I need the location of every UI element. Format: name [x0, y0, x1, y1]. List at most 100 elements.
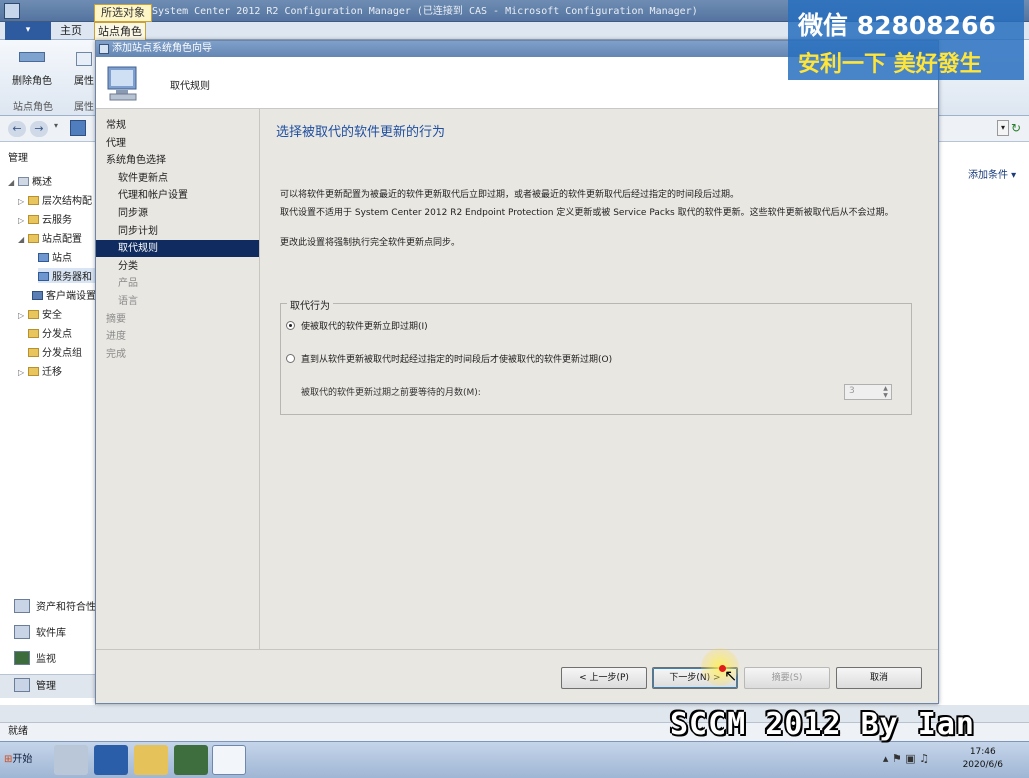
radio-expire-after-period-label[interactable]: 直到从软件更新被取代时起经过指定的时间段后才使被取代的软件更新过期(O) [301, 352, 612, 365]
folder-icon [28, 329, 39, 338]
window-title: System Center 2012 R2 Configuration Mana… [152, 6, 698, 17]
address-root-icon[interactable] [70, 120, 86, 136]
wizard-step: 分类 [118, 260, 138, 272]
taskbar-server-manager-icon[interactable] [54, 745, 88, 775]
wizard-page-content: 选择被取代的软件更新的行为 可以将软件更新配置为被最近的软件更新取代后立即过期，… [260, 109, 938, 649]
summary-button[interactable]: 摘要(S) [744, 667, 830, 689]
tray-icons[interactable]: ▴ ⚑ ▣ ♫ [883, 752, 929, 765]
wizard-step: 同步计划 [118, 225, 158, 237]
delete-role-label: 删除角色 [12, 76, 52, 87]
tab-site-role[interactable]: 站点角色 [94, 22, 146, 41]
software-library-icon [14, 625, 30, 639]
description-paragraph-1: 可以将软件更新配置为被最近的软件更新取代后立即过期，或者被最近的软件更新取代后经… [280, 190, 740, 200]
wizard-step: 软件更新点 [118, 172, 168, 184]
forward-arrow-icon[interactable]: → [30, 121, 48, 137]
folder-icon [28, 367, 39, 376]
tree-item-migration[interactable]: ▷ 迁移 [18, 363, 62, 378]
refresh-icon[interactable]: ↻ [1011, 120, 1025, 136]
workspace-administration[interactable]: 管理 [0, 674, 96, 698]
delete-role-icon [19, 52, 45, 62]
assets-compliance-icon [14, 599, 30, 613]
clock-time: 17:46 [969, 747, 996, 757]
ribbon-group-label-properties: 属性 [74, 102, 94, 113]
tree-item-sites[interactable]: 站点 [38, 249, 72, 264]
wizard-step: 系统角色选择 [106, 155, 166, 167]
tree-item-distribution-points[interactable]: 分发点 [28, 325, 72, 340]
group-legend: 取代行为 [287, 297, 333, 312]
taskbar: ⊞开始 ▴ ⚑ ▣ ♫ 17:46 2020/6/6 [0, 741, 1029, 778]
file-menu-tab[interactable]: ▾ [5, 22, 51, 40]
add-criteria-button[interactable]: 添加条件 ▾ [968, 166, 1016, 181]
ribbon-group-label-site-role: 站点角色 [13, 102, 53, 113]
wizard-title-icon [99, 44, 109, 54]
folder-icon [28, 234, 39, 243]
tree-item-servers-roles[interactable]: 服务器和 [38, 268, 96, 283]
delete-role-button[interactable]: 删除角色 [10, 52, 54, 87]
workspace-software-library[interactable]: 软件库 [0, 622, 96, 646]
wizard-step: 取代规则 [96, 240, 259, 258]
folder-icon [28, 348, 39, 357]
description-paragraph-3: 更改此设置将强制执行完全软件更新点同步。 [280, 238, 461, 248]
wizard-step: 代理和帐户设置 [118, 190, 188, 202]
wizard-step-list: 常规 代理 系统角色选择 软件更新点 代理和帐户设置 同步源 同步计划 取代规则 分类 产品 语言摘… [96, 109, 260, 649]
clock-date: 2020/6/6 [962, 760, 1003, 770]
radio-expire-immediately[interactable] [286, 321, 295, 330]
servers-icon [38, 272, 49, 281]
wizard-step: 摘要 [106, 313, 126, 325]
tree-item-overview[interactable]: ◢ 概述 [8, 173, 52, 188]
folder-icon [28, 310, 39, 319]
system-clock[interactable]: 17:46 2020/6/6 [963, 746, 1003, 772]
wizard-button-bar: < 上一步(P) 下一步(N) > 摘要(S) 取消 [96, 649, 938, 703]
context-tab-group-label: 所选对象 [94, 4, 152, 22]
workspace-monitoring[interactable]: 监视 [0, 648, 96, 672]
radio-expire-immediately-label[interactable]: 使被取代的软件更新立即过期(I) [301, 319, 428, 332]
previous-button[interactable]: < 上一步(P) [561, 667, 647, 689]
tree-item-hierarchy-config[interactable]: ▷ 层次结构配 [18, 192, 92, 207]
history-dropdown-icon[interactable]: ▾ [54, 121, 58, 130]
wizard-step: 代理 [106, 137, 126, 149]
sites-icon [38, 253, 49, 262]
taskbar-powershell-icon[interactable] [94, 745, 128, 775]
taskbar-config-manager-icon[interactable] [212, 745, 246, 775]
tree-item-security[interactable]: ▷ 安全 [18, 306, 62, 321]
properties-button[interactable]: 属性 [72, 52, 96, 87]
tree-item-client-settings[interactable]: 客户端设置 [32, 287, 96, 302]
computer-icon [107, 66, 137, 101]
taskbar-monitor-icon[interactable] [174, 745, 208, 775]
wizard-step: 常规 [106, 120, 126, 131]
console-app-icon[interactable] [4, 3, 20, 19]
cancel-button[interactable]: 取消 [836, 667, 922, 689]
wizard-step: 进度 [106, 331, 126, 343]
months-value: 3 [849, 386, 855, 396]
months-stepper[interactable]: 3 ▲ ▼ [844, 384, 892, 400]
add-site-system-roles-wizard: 添加站点系统角色向导 取代规则 常规 代理 系统角色选择 软件更新点 代理和帐户设置 同步… [95, 40, 939, 704]
wechat-watermark: 微信 82808266 安利一下 美好發生 [788, 0, 1024, 80]
address-dropdown-icon[interactable]: ▾ [997, 120, 1009, 136]
radio-expire-after-period[interactable] [286, 354, 295, 363]
page-heading: 选择被取代的软件更新的行为 [276, 125, 446, 140]
wizard-header-title: 取代规则 [170, 81, 210, 92]
navigation-pane: 管理 ◢ 概述 ▷ 层次结构配 ▷ 云服务 ◢ 站点配置 站点 服务器和 客户端设置 ▷… [0, 142, 96, 705]
wechat-watermark-line1: 微信 82808266 [798, 11, 996, 40]
tree-item-site-config[interactable]: ◢ 站点配置 [18, 230, 82, 245]
wizard-step: 语言 [118, 296, 138, 307]
spin-down-icon[interactable]: ▼ [880, 392, 891, 399]
back-arrow-icon[interactable]: ← [8, 121, 26, 137]
wechat-watermark-line2: 安利一下 美好發生 [798, 52, 982, 77]
wizard-step: 同步源 [118, 208, 148, 219]
tree-item-distribution-point-groups[interactable]: 分发点组 [28, 344, 82, 359]
results-pane [938, 142, 1029, 705]
months-label: 被取代的软件更新过期之前要等待的月数(M): [301, 388, 481, 398]
wizard-step: 完成 [106, 348, 126, 360]
properties-icon [76, 52, 92, 66]
folder-icon [28, 215, 39, 224]
tab-home[interactable]: 主页 [56, 23, 86, 40]
tree-item-cloud-services[interactable]: ▷ 云服务 [18, 211, 72, 226]
taskbar-explorer-icon[interactable] [134, 745, 168, 775]
folder-icon [28, 196, 39, 205]
workspace-assets-compliance[interactable]: 资产和符合性 [0, 596, 96, 620]
monitoring-icon [14, 651, 30, 665]
start-button[interactable]: ⊞开始 [4, 748, 44, 772]
spin-up-icon[interactable]: ▲ [880, 385, 891, 392]
client-settings-icon [32, 291, 43, 300]
